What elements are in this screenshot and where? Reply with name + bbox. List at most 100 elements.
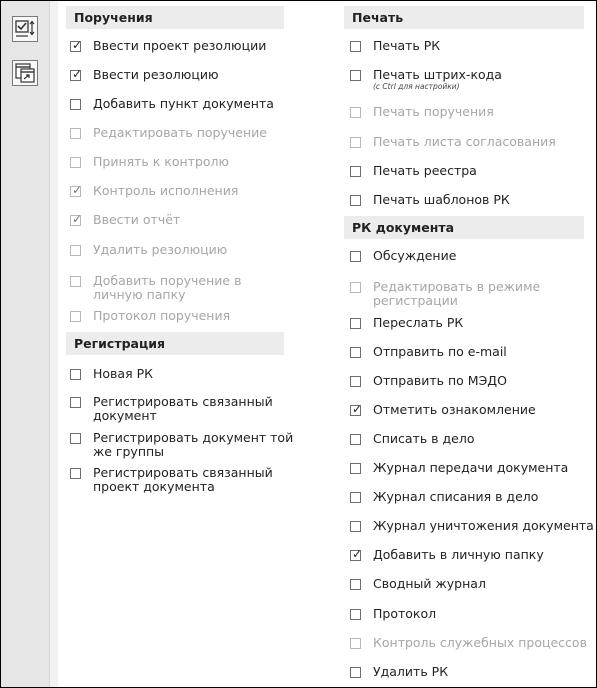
checkbox[interactable] (70, 468, 81, 479)
checkbox-label: Регистрировать связанный документ (93, 394, 273, 423)
checkbox-label: Регистрировать связанный проект документ… (93, 465, 273, 494)
checkbox-label: Регистрировать документ той же группы (93, 430, 294, 459)
checkbox-item[interactable]: ✓ Отметить ознакомление (350, 402, 536, 417)
checkbox[interactable] (350, 609, 361, 620)
checkbox[interactable] (70, 128, 81, 139)
checkbox-item[interactable]: Отправить по МЭДО (350, 374, 507, 388)
checkbox[interactable] (70, 397, 81, 408)
checkbox-label: Отметить ознакомление (373, 402, 536, 417)
checkbox[interactable] (70, 369, 81, 380)
checkmark-icon: ✓ (72, 38, 83, 52)
checkbox-label: Добавить в личную папку (373, 547, 544, 562)
checkbox[interactable] (70, 276, 81, 287)
checkbox-item[interactable]: Печать РК (350, 39, 440, 53)
checkbox-item[interactable]: Сводный журнал (350, 577, 486, 591)
checkbox-item[interactable]: Редактировать в режиме регистрации (350, 280, 573, 308)
checkbox[interactable] (350, 521, 361, 532)
checkbox-item[interactable]: ✓ Ввести отчёт (70, 212, 180, 227)
checkbox-item[interactable]: ✓ Ввести проект резолюции (70, 38, 267, 53)
checkbox-label: Журнал уничтожения документа (373, 518, 594, 533)
checkbox[interactable] (350, 579, 361, 590)
window-export-icon[interactable] (12, 60, 38, 86)
checkbox-label: Печать РК (373, 38, 441, 53)
checkbox[interactable] (70, 157, 81, 168)
checkbox[interactable] (70, 245, 81, 256)
checkbox-item[interactable]: Регистрировать документ той же группы (70, 431, 308, 459)
checkbox-item[interactable]: Добавить поручение в личную папку (70, 274, 283, 302)
checkbox[interactable] (350, 166, 361, 177)
checkbox-label: Печать поручения (373, 104, 494, 119)
checkbox-item[interactable]: ✓ Контроль исполнения (70, 183, 238, 198)
checkbox-item[interactable]: Печать реестра (350, 164, 477, 178)
checkbox[interactable]: ✓ (70, 67, 82, 81)
checkbox[interactable] (350, 376, 361, 387)
checkbox-item[interactable]: Списать в дело (350, 432, 475, 446)
checkbox-item[interactable]: Добавить пункт документа (70, 97, 274, 111)
checkbox-label: Журнал списания в дело (373, 489, 539, 504)
checkbox[interactable] (350, 667, 361, 678)
checkbox[interactable]: ✓ (70, 212, 82, 226)
checkmark-icon: ✓ (352, 402, 363, 416)
checkbox-item[interactable]: Протокол (350, 607, 436, 621)
checkbox[interactable] (350, 41, 361, 52)
checkbox-item[interactable]: Печать листа согласования (350, 135, 556, 149)
checkbox[interactable] (350, 195, 361, 206)
checkbox-item[interactable]: Переслать РК (350, 316, 463, 330)
checkbox-label: Списать в дело (373, 431, 475, 446)
checkbox-item[interactable]: Журнал передачи документа (350, 461, 568, 475)
checkbox-item[interactable]: Журнал списания в дело (350, 490, 538, 504)
checkbox[interactable]: ✓ (70, 38, 83, 52)
checkbox-item[interactable]: Протокол поручения (70, 309, 230, 323)
checkbox[interactable]: ✓ (70, 183, 82, 197)
side-toolbar (1, 1, 49, 687)
checkbox-item[interactable]: Регистрировать связанный проект документ… (70, 466, 318, 494)
checkbox-item[interactable]: Новая РК (70, 367, 153, 381)
checkbox-label: Протокол поручения (93, 308, 231, 323)
checkbox-label: Печать штрих-кода (с Ctrl для настройки) (373, 67, 502, 92)
checkbox[interactable] (350, 70, 361, 81)
checkbox-item[interactable]: Отправить по e-mail (350, 345, 507, 359)
checkbox-item[interactable]: Принять к контролю (70, 155, 229, 169)
checkbox-label: Печать реестра (373, 163, 477, 178)
checkbox-item[interactable]: Контроль служебных процессов (350, 636, 587, 650)
checkbox[interactable] (350, 282, 361, 293)
checkbox-label: Новая РК (93, 366, 153, 381)
checkbox-item[interactable]: Регистрировать связанный документ (70, 395, 283, 423)
checkbox[interactable] (70, 433, 81, 444)
section-header: Регистрация (66, 332, 284, 355)
checkbox-label: Добавить поручение в личную папку (93, 273, 242, 302)
checkbox-label: Журнал передачи документа (373, 460, 569, 475)
checkbox[interactable] (350, 251, 361, 262)
checkbox-item[interactable]: Удалить РК (350, 665, 448, 679)
checkbox-item[interactable]: ✓ Добавить в личную папку (350, 547, 544, 562)
checkbox-item[interactable]: Журнал уничтожения документа (350, 519, 594, 533)
checkbox-label: Редактировать в режиме регистрации (373, 279, 541, 308)
checkbox[interactable] (350, 463, 361, 474)
section-header: РК документа (344, 216, 584, 239)
checklist-sort-icon[interactable] (12, 16, 38, 42)
checkbox-item[interactable]: ✓ Ввести резолюцию (70, 67, 218, 82)
checkbox[interactable] (350, 638, 361, 649)
checkbox-label: Контроль служебных процессов (373, 635, 587, 650)
checkbox[interactable] (350, 318, 361, 329)
checkbox-item[interactable]: Удалить резолюцию (70, 243, 227, 257)
checkbox[interactable] (70, 99, 81, 110)
checkbox[interactable]: ✓ (350, 402, 363, 416)
checkbox[interactable] (350, 434, 361, 445)
section-header: Поручения (66, 6, 284, 29)
checkbox-item[interactable]: Печать штрих-кода (с Ctrl для настройки) (350, 68, 502, 91)
checkbox[interactable] (350, 137, 361, 148)
checkbox-item[interactable]: Печать поручения (350, 105, 494, 119)
checkbox[interactable] (350, 492, 361, 503)
checkbox[interactable]: ✓ (350, 547, 362, 561)
checkbox-label: Удалить РК (373, 664, 449, 679)
checkbox-item[interactable]: Редактировать поручение (70, 126, 267, 140)
checkbox-label: Отправить по e-mail (373, 344, 507, 359)
checkbox-item[interactable]: Обсуждение (350, 249, 456, 263)
checkbox-label: Протокол (373, 606, 437, 621)
checkbox[interactable] (70, 311, 81, 322)
checkbox[interactable] (350, 347, 361, 358)
checkbox-label: Ввести проект резолюции (93, 38, 267, 53)
checkbox-item[interactable]: Печать шаблонов РК (350, 193, 510, 207)
checkbox[interactable] (350, 107, 361, 118)
